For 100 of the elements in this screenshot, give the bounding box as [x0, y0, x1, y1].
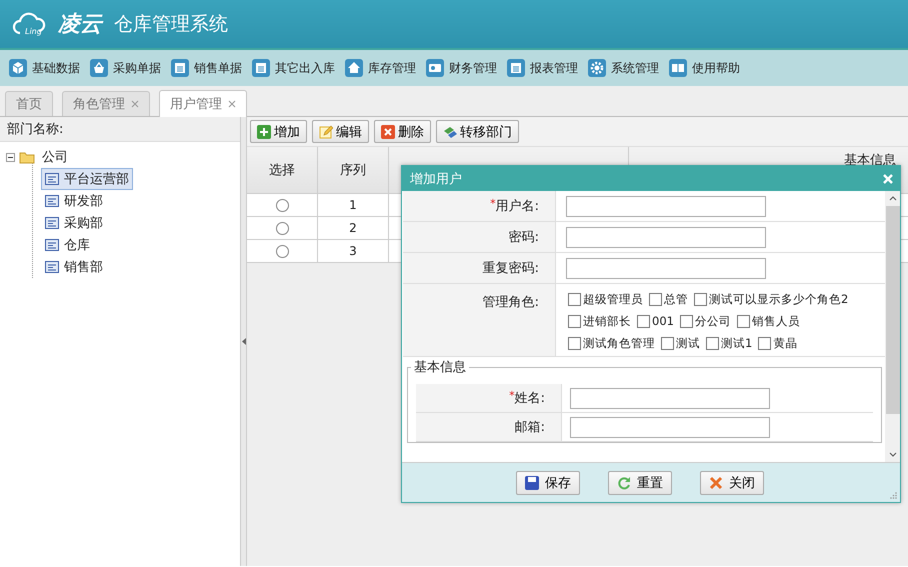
- column-header: 选择: [247, 147, 318, 193]
- field-label: 管理角色:: [403, 284, 556, 356]
- menu-item[interactable]: 报表管理: [507, 59, 578, 77]
- checkbox-label: 总管: [664, 292, 688, 306]
- collapse-icon[interactable]: [6, 152, 15, 162]
- checkbox-label: 001: [652, 314, 674, 328]
- close-icon: [131, 100, 139, 108]
- checkbox[interactable]: [637, 314, 650, 328]
- input-field[interactable]: [566, 226, 766, 248]
- tree-node[interactable]: 公司: [39, 147, 71, 167]
- menu-item[interactable]: 财务管理: [426, 59, 497, 77]
- checkbox[interactable]: [736, 314, 750, 328]
- close-icon: [228, 100, 236, 108]
- checkbox-label: 测试可以显示多少个角色2: [709, 292, 848, 306]
- card-icon: [426, 59, 444, 77]
- calendar-icon: [252, 59, 270, 77]
- dialog-button[interactable]: 关闭: [700, 470, 764, 494]
- radio-button[interactable]: [276, 198, 288, 212]
- tree-node[interactable]: 仓库: [41, 234, 94, 256]
- table-cell: 2: [318, 217, 389, 239]
- radio-button[interactable]: [276, 222, 288, 234]
- panel-title: 部门名称:: [0, 117, 240, 142]
- transfer-icon: [443, 124, 457, 138]
- scroll-up-icon: [888, 196, 896, 201]
- cross-icon: [709, 476, 723, 490]
- tree-node[interactable]: 研发部: [41, 190, 107, 212]
- input-field[interactable]: [570, 416, 770, 438]
- fieldset-legend: 基本信息: [411, 360, 469, 375]
- dialog-button[interactable]: 保存: [516, 470, 580, 494]
- toolbar-button[interactable]: 编辑: [312, 120, 369, 143]
- menu-item[interactable]: 其它出入库: [252, 59, 335, 77]
- menu-item[interactable]: 库存管理: [345, 59, 416, 77]
- toolbar-button[interactable]: 删除: [374, 120, 431, 143]
- checkbox[interactable]: [680, 314, 693, 328]
- checkbox[interactable]: [694, 292, 707, 306]
- checkbox-label: 超级管理员: [583, 292, 643, 306]
- basket-icon: [90, 59, 108, 77]
- dialog-title: 增加用户: [410, 170, 462, 188]
- document-icon: [45, 239, 59, 251]
- checkbox[interactable]: [568, 336, 581, 350]
- tree-node[interactable]: 平台运营部: [41, 168, 133, 190]
- checkbox-label: 测试1: [721, 336, 752, 350]
- required-mark: *: [490, 196, 496, 210]
- menu-item[interactable]: 采购单据: [90, 59, 161, 77]
- scrollbar[interactable]: [885, 191, 900, 462]
- resize-grip-icon: [890, 492, 897, 499]
- table-cell: 3: [318, 240, 389, 262]
- toolbar-button[interactable]: 转移部门: [436, 120, 519, 143]
- field-label: 邮箱:: [514, 419, 545, 436]
- tab[interactable]: 用户管理: [159, 90, 247, 117]
- checkbox-label: 测试: [676, 336, 700, 350]
- field-label: 重复密码:: [482, 260, 539, 277]
- refresh-icon: [617, 476, 631, 490]
- field-label: 密码:: [508, 229, 539, 246]
- plus-icon: [257, 124, 271, 138]
- document-icon: [45, 217, 59, 229]
- cross-icon: [381, 124, 395, 138]
- logo-text: 凌云: [58, 11, 102, 39]
- document-icon: [45, 195, 59, 207]
- checkbox[interactable]: [706, 336, 719, 350]
- input-field[interactable]: [570, 388, 770, 408]
- checkbox-label: 分公司: [694, 314, 731, 328]
- input-field[interactable]: [566, 258, 766, 278]
- calendar-icon: [507, 59, 525, 77]
- menu-item[interactable]: 销售单据: [171, 59, 242, 77]
- checkbox-label: 测试角色管理: [583, 336, 655, 350]
- input-field[interactable]: [566, 196, 766, 216]
- checkbox[interactable]: [649, 292, 662, 306]
- box-icon: [9, 59, 27, 77]
- menu-item[interactable]: 使用帮助: [669, 59, 740, 77]
- tree-node[interactable]: 采购部: [41, 212, 107, 234]
- scroll-thumb[interactable]: [886, 206, 900, 414]
- checkbox-label: 黄晶: [773, 336, 798, 350]
- close-icon: [883, 174, 893, 184]
- toolbar-button[interactable]: 增加: [250, 120, 307, 143]
- field-label: 用户名:: [496, 198, 539, 215]
- pencil-icon: [319, 124, 333, 138]
- column-header: 序列: [318, 147, 389, 193]
- folder-icon: [19, 150, 35, 164]
- menu-item[interactable]: 系统管理: [588, 59, 659, 77]
- book-icon: [669, 59, 687, 77]
- radio-button[interactable]: [276, 244, 288, 258]
- checkbox-label: 进销部长: [583, 314, 631, 328]
- scroll-down-icon: [888, 452, 896, 457]
- tree-node[interactable]: 销售部: [41, 256, 107, 278]
- dialog-button[interactable]: 重置: [608, 470, 672, 494]
- checkbox[interactable]: [568, 314, 581, 328]
- checkbox-label: 销售人员: [752, 314, 800, 328]
- house-icon: [345, 59, 363, 77]
- document-icon: [45, 173, 59, 185]
- menu-item[interactable]: 基础数据: [9, 59, 80, 77]
- table-cell: 1: [318, 194, 389, 216]
- required-mark: *: [509, 388, 515, 402]
- checkbox[interactable]: [568, 292, 581, 306]
- field-label: 姓名:: [514, 390, 545, 407]
- collapse-arrow-icon: [242, 338, 246, 345]
- calendar-icon: [171, 59, 189, 77]
- checkbox[interactable]: [661, 336, 674, 350]
- checkbox[interactable]: [758, 336, 772, 350]
- settings-icon: [588, 59, 606, 77]
